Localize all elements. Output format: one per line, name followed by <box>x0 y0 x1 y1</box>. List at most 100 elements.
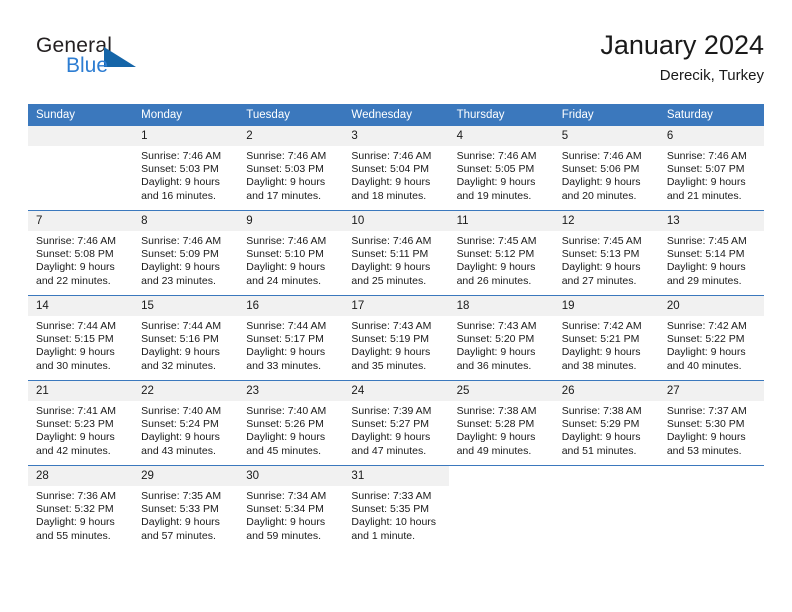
weekday-header-tuesday: Tuesday <box>238 104 344 126</box>
day-sun-info: Sunrise: 7:43 AM Sunset: 5:19 PM Daylight:… <box>343 316 448 373</box>
calendar-day-cell[interactable]: 15 Sunrise: 7:44 AM Sunset: 5:16 PM Dayligh… <box>133 295 239 381</box>
day-sun-info: Sunrise: 7:35 AM Sunset: 5:33 PM Daylight:… <box>133 486 238 543</box>
day-sun-info: Sunrise: 7:46 AM Sunset: 5:04 PM Daylight:… <box>343 146 448 203</box>
calendar-day-cell[interactable]: 24 Sunrise: 7:39 AM Sunset: 5:27 PM Dayligh… <box>343 380 449 466</box>
sunset-text: Sunset: 5:35 PM <box>351 503 430 516</box>
calendar-day-cell[interactable]: 9 Sunrise: 7:46 AM Sunset: 5:10 PM Daylight… <box>238 210 344 296</box>
calendar-body: 1 Sunrise: 7:46 AM Sunset: 5:03 PM Daylight… <box>28 126 764 550</box>
calendar-day-cell[interactable]: 30 Sunrise: 7:34 AM Sunset: 5:34 PM Dayligh… <box>238 465 344 550</box>
day-sun-info: Sunrise: 7:44 AM Sunset: 5:15 PM Daylight:… <box>28 316 133 373</box>
day-sun-info: Sunrise: 7:45 AM Sunset: 5:12 PM Daylight:… <box>449 231 554 288</box>
day-sun-info: Sunrise: 7:42 AM Sunset: 5:21 PM Daylight:… <box>554 316 659 373</box>
sunrise-text: Sunrise: 7:46 AM <box>456 150 537 162</box>
page-subtitle: Derecik, Turkey <box>659 67 764 84</box>
calendar-day-cell[interactable]: 18 Sunrise: 7:43 AM Sunset: 5:20 PM Dayligh… <box>448 295 554 381</box>
sunrise-text: Sunrise: 7:46 AM <box>666 150 747 162</box>
day-number: 11 <box>448 211 554 231</box>
sunrise-text: Sunrise: 7:40 AM <box>246 405 327 417</box>
sunrise-text: Sunrise: 7:39 AM <box>351 405 432 417</box>
calendar-day-cell[interactable]: 19 Sunrise: 7:42 AM Sunset: 5:21 PM Dayligh… <box>553 295 659 381</box>
day-number: 20 <box>658 296 764 316</box>
calendar-day-cell[interactable]: 27 Sunrise: 7:37 AM Sunset: 5:30 PM Dayligh… <box>658 380 764 466</box>
sunset-text: Sunset: 5:30 PM <box>666 418 745 431</box>
daylight-text-line1: Daylight: 10 hours <box>351 516 437 529</box>
day-sun-info: Sunrise: 7:46 AM Sunset: 5:09 PM Daylight:… <box>133 231 238 288</box>
day-sun-info: Sunrise: 7:45 AM Sunset: 5:13 PM Daylight:… <box>554 231 659 288</box>
calendar-day-cell[interactable]: 3 Sunrise: 7:46 AM Sunset: 5:04 PM Daylight… <box>343 126 449 211</box>
sunset-text: Sunset: 5:03 PM <box>141 163 219 176</box>
daylight-text-line2: and 40 minutes. <box>666 359 742 372</box>
general-blue-logo[interactable]: General Blue <box>36 34 256 90</box>
sunrise-text: Sunrise: 7:45 AM <box>561 235 642 247</box>
daylight-text-line2: and 43 minutes. <box>141 444 216 457</box>
day-sun-info: Sunrise: 7:46 AM Sunset: 5:03 PM Daylight:… <box>238 146 343 203</box>
calendar-day-cell[interactable]: 2 Sunrise: 7:46 AM Sunset: 5:03 PM Daylight… <box>238 126 344 211</box>
day-number: 7 <box>28 211 134 231</box>
daylight-text-line1: Daylight: 9 hours <box>666 346 746 359</box>
sunrise-text: Sunrise: 7:42 AM <box>561 320 642 332</box>
calendar-day-cell[interactable]: 28 Sunrise: 7:36 AM Sunset: 5:32 PM Dayligh… <box>28 465 134 550</box>
day-number: 17 <box>343 296 449 316</box>
calendar-day-cell[interactable]: 12 Sunrise: 7:45 AM Sunset: 5:13 PM Dayligh… <box>553 210 659 296</box>
daylight-text-line2: and 38 minutes. <box>561 359 637 372</box>
daylight-text-line2: and 24 minutes. <box>246 274 321 287</box>
day-number: 16 <box>238 296 344 316</box>
calendar-week-row: 1 Sunrise: 7:46 AM Sunset: 5:03 PM Daylight… <box>28 126 764 211</box>
calendar-day-cell[interactable]: 4 Sunrise: 7:46 AM Sunset: 5:05 PM Daylight… <box>448 126 554 211</box>
sunset-text: Sunset: 5:29 PM <box>561 418 640 431</box>
calendar-table: Sunday Monday Tuesday Wednesday Thursday… <box>28 104 764 550</box>
day-number: 30 <box>238 466 344 486</box>
calendar-day-cell[interactable]: 26 Sunrise: 7:38 AM Sunset: 5:29 PM Dayligh… <box>553 380 659 466</box>
weekday-header-monday: Monday <box>133 104 239 126</box>
daylight-text-line1: Daylight: 9 hours <box>246 261 326 274</box>
sunset-text: Sunset: 5:19 PM <box>351 333 430 346</box>
daylight-text-line1: Daylight: 9 hours <box>141 516 220 529</box>
weekday-header-saturday: Saturday <box>658 104 764 126</box>
sunset-text: Sunset: 5:14 PM <box>666 248 745 261</box>
day-sun-info: Sunrise: 7:46 AM Sunset: 5:08 PM Daylight:… <box>28 231 133 288</box>
day-number: 29 <box>133 466 239 486</box>
calendar-day-cell[interactable]: 22 Sunrise: 7:40 AM Sunset: 5:24 PM Dayligh… <box>133 380 239 466</box>
day-number: 15 <box>133 296 239 316</box>
sunrise-text: Sunrise: 7:44 AM <box>141 320 222 332</box>
sunrise-text: Sunrise: 7:46 AM <box>36 235 116 247</box>
daylight-text-line1: Daylight: 9 hours <box>351 261 431 274</box>
day-number <box>553 466 659 486</box>
sunrise-text: Sunrise: 7:35 AM <box>141 490 222 502</box>
calendar-day-cell[interactable]: 13 Sunrise: 7:45 AM Sunset: 5:14 PM Dayligh… <box>658 210 764 296</box>
calendar-day-cell[interactable]: 8 Sunrise: 7:46 AM Sunset: 5:09 PM Daylight… <box>133 210 239 296</box>
calendar-day-cell[interactable]: 1 Sunrise: 7:46 AM Sunset: 5:03 PM Daylight… <box>133 126 239 211</box>
day-sun-info: Sunrise: 7:34 AM Sunset: 5:34 PM Daylight:… <box>238 486 343 543</box>
sunrise-text: Sunrise: 7:46 AM <box>351 235 432 247</box>
calendar-day-cell[interactable]: 29 Sunrise: 7:35 AM Sunset: 5:33 PM Dayligh… <box>133 465 239 550</box>
daylight-text-line1: Daylight: 9 hours <box>666 431 746 444</box>
calendar-day-cell[interactable]: 14 Sunrise: 7:44 AM Sunset: 5:15 PM Dayligh… <box>28 295 134 381</box>
day-sun-info: Sunrise: 7:46 AM Sunset: 5:03 PM Daylight:… <box>133 146 238 203</box>
calendar-header-row: Sunday Monday Tuesday Wednesday Thursday… <box>28 104 764 126</box>
calendar-day-cell[interactable]: 20 Sunrise: 7:42 AM Sunset: 5:22 PM Dayligh… <box>658 295 764 381</box>
calendar-day-cell[interactable]: 21 Sunrise: 7:41 AM Sunset: 5:23 PM Dayligh… <box>28 380 134 466</box>
weekday-header-thursday: Thursday <box>448 104 554 126</box>
page-title: January 2024 <box>600 30 764 60</box>
calendar-day-cell[interactable]: 5 Sunrise: 7:46 AM Sunset: 5:06 PM Daylight… <box>553 126 659 211</box>
sunset-text: Sunset: 5:32 PM <box>36 503 114 516</box>
calendar-day-cell[interactable]: 6 Sunrise: 7:46 AM Sunset: 5:07 PM Daylight… <box>658 126 764 211</box>
day-number: 8 <box>133 211 239 231</box>
calendar-day-cell[interactable]: 7 Sunrise: 7:46 AM Sunset: 5:08 PM Daylight… <box>28 210 134 296</box>
calendar-day-cell[interactable]: 16 Sunrise: 7:44 AM Sunset: 5:17 PM Dayligh… <box>238 295 344 381</box>
calendar-day-cell[interactable]: 31 Sunrise: 7:33 AM Sunset: 5:35 PM Dayligh… <box>343 465 449 550</box>
sunrise-text: Sunrise: 7:44 AM <box>246 320 327 332</box>
daylight-text-line1: Daylight: 9 hours <box>141 176 220 189</box>
calendar-day-cell[interactable]: 25 Sunrise: 7:38 AM Sunset: 5:28 PM Dayligh… <box>448 380 554 466</box>
day-sun-info: Sunrise: 7:33 AM Sunset: 5:35 PM Daylight:… <box>343 486 448 543</box>
sunset-text: Sunset: 5:06 PM <box>561 163 640 176</box>
day-sun-info: Sunrise: 7:40 AM Sunset: 5:24 PM Daylight:… <box>133 401 238 458</box>
calendar-day-cell[interactable]: 11 Sunrise: 7:45 AM Sunset: 5:12 PM Dayligh… <box>448 210 554 296</box>
day-sun-info: Sunrise: 7:36 AM Sunset: 5:32 PM Daylight:… <box>28 486 133 543</box>
calendar-day-cell[interactable]: 23 Sunrise: 7:40 AM Sunset: 5:26 PM Dayligh… <box>238 380 344 466</box>
calendar-day-cell[interactable]: 10 Sunrise: 7:46 AM Sunset: 5:11 PM Dayligh… <box>343 210 449 296</box>
daylight-text-line2: and 16 minutes. <box>141 189 216 202</box>
calendar-day-cell[interactable]: 17 Sunrise: 7:43 AM Sunset: 5:19 PM Dayligh… <box>343 295 449 381</box>
daylight-text-line2: and 17 minutes. <box>246 189 321 202</box>
sunrise-text: Sunrise: 7:44 AM <box>36 320 116 332</box>
